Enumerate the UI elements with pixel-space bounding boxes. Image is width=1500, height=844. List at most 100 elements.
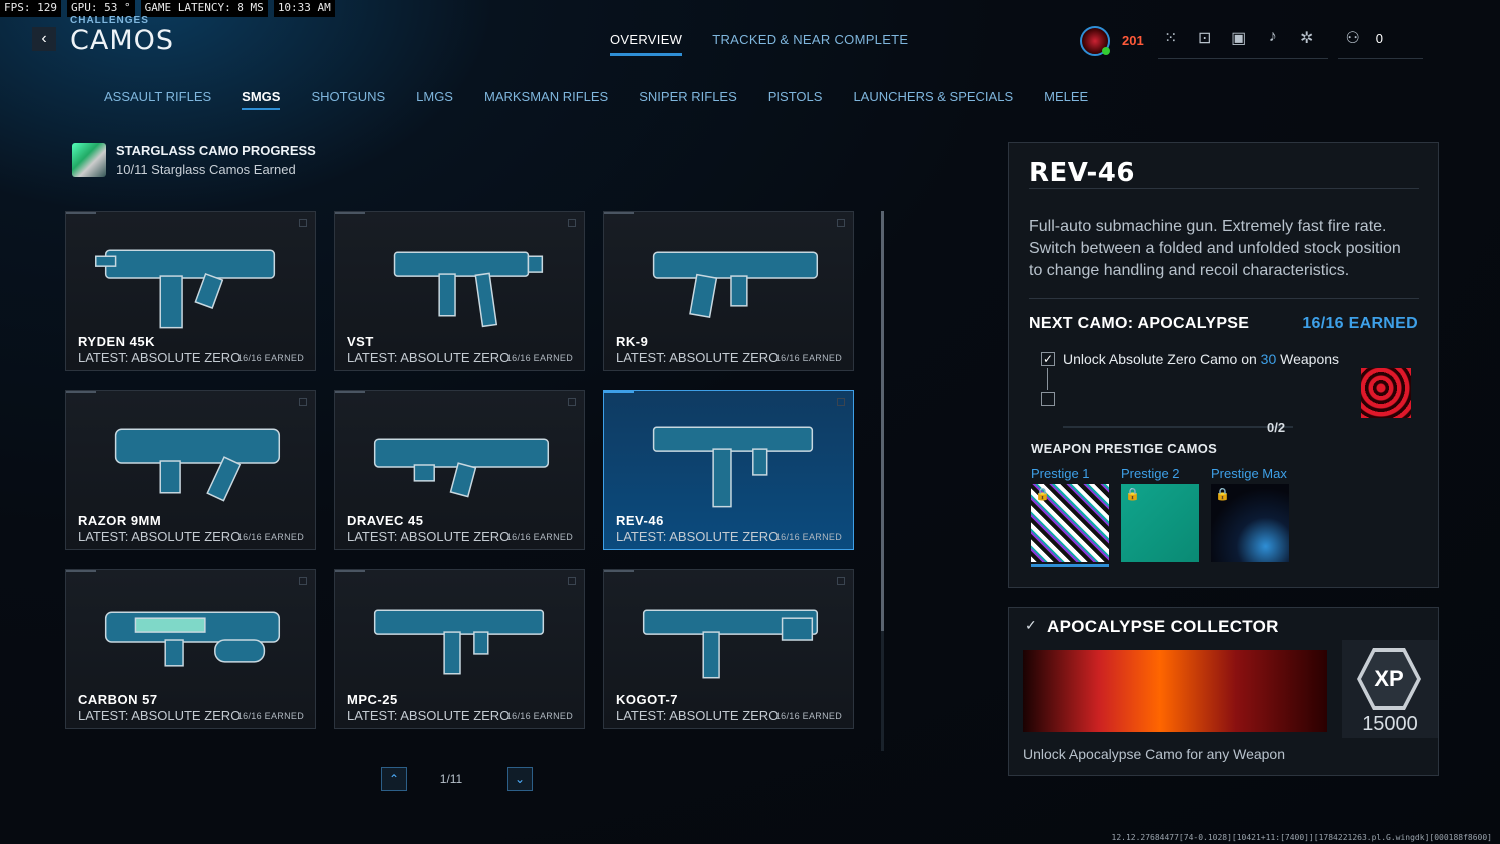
page-down-button[interactable]: ⌄ <box>507 767 533 791</box>
weapon-earned: 16/16 EARNED <box>775 711 842 721</box>
page-up-button[interactable]: ⌃ <box>381 767 407 791</box>
prestige-camos-title: WEAPON PRESTIGE CAMOS <box>1031 441 1218 456</box>
tab-marksman-rifles[interactable]: MARKSMAN RIFLES <box>484 89 608 110</box>
weapon-name: RYDEN 45K <box>78 334 155 349</box>
weapon-earned: 16/16 EARNED <box>775 532 842 542</box>
weapon-image <box>104 611 281 667</box>
tab-melee[interactable]: MELEE <box>1044 89 1088 110</box>
pager: ⌃ 1/11 ⌄ <box>381 767 533 791</box>
camera-icon[interactable]: ▣ <box>1230 28 1248 48</box>
weapon-name: VST <box>347 334 374 349</box>
weapon-image <box>652 426 814 508</box>
prestige-camo-image: 🔒 <box>1031 484 1109 562</box>
xp-reward: XP 15000 <box>1342 640 1438 738</box>
challenge-prefix: Unlock Absolute Zero Camo on <box>1063 351 1261 367</box>
weapon-card-carbon-57[interactable]: CARBON 57 LATEST: ABSOLUTE ZERO 16/16 EA… <box>65 569 316 729</box>
build-string: 12.12.27684477[74-0.1028][10421+11:[7400… <box>1111 833 1493 842</box>
weapon-name: CARBON 57 <box>78 692 158 707</box>
gear-icon[interactable]: ✲ <box>1298 28 1316 48</box>
weapon-latest-camo: LATEST: ABSOLUTE ZERO <box>78 529 241 544</box>
tab-overview[interactable]: OVERVIEW <box>610 32 683 56</box>
weapon-card-razor-9mm[interactable]: RAZOR 9MM LATEST: ABSOLUTE ZERO 16/16 EA… <box>65 390 316 550</box>
weapon-latest-camo: LATEST: ABSOLUTE ZERO <box>616 350 779 365</box>
progress-title: STARGLASS CAMO PROGRESS <box>116 143 316 158</box>
tab-smgs[interactable]: SMGS <box>242 89 281 110</box>
card-corner-icon <box>568 398 576 406</box>
weapon-category-tabs: ASSAULT RIFLES SMGS SHOTGUNS LMGS MARKSM… <box>104 89 1088 110</box>
prestige-label: Prestige 2 <box>1121 466 1180 481</box>
next-camo-earned: 16/16 EARNED <box>1302 315 1418 332</box>
selected-indicator <box>1031 564 1109 567</box>
weapon-image <box>642 609 819 679</box>
weapon-grid: RYDEN 45K LATEST: ABSOLUTE ZERO 16/16 EA… <box>65 211 854 729</box>
prestige-max[interactable]: Prestige Max 🔒 <box>1211 466 1289 567</box>
weapon-image <box>652 251 819 319</box>
top-tabs: OVERVIEW TRACKED & NEAR COMPLETE <box>610 32 908 56</box>
friends-icon: ⚇ <box>1345 30 1360 47</box>
grid-icon[interactable]: ⁙ <box>1162 28 1180 48</box>
weapon-earned: 16/16 EARNED <box>237 711 304 721</box>
card-corner-icon <box>299 577 307 585</box>
tab-shotguns[interactable]: SHOTGUNS <box>311 89 385 110</box>
weapon-card-kogot-7[interactable]: KOGOT-7 LATEST: ABSOLUTE ZERO 16/16 EARN… <box>603 569 854 729</box>
weapon-image <box>114 428 281 502</box>
tab-lmgs[interactable]: LMGS <box>416 89 453 110</box>
tab-assault-rifles[interactable]: ASSAULT RIFLES <box>104 89 211 110</box>
card-corner-icon <box>299 398 307 406</box>
chevron-left-icon: ‹ <box>41 30 47 47</box>
weapon-earned: 16/16 EARNED <box>237 532 304 542</box>
top-icon-bar: ⁙ ⊡ ▣ ♪ ✲ <box>1157 22 1328 59</box>
grid-scrollbar[interactable] <box>881 211 884 751</box>
page-title: CAMOS <box>70 25 175 56</box>
reward-description: Unlock Apocalypse Camo for any Weapon <box>1023 746 1285 762</box>
progress-subtitle: 10/11 Starglass Camos Earned <box>116 162 296 177</box>
friends-count: 0 <box>1375 30 1383 46</box>
weapon-card-ryden-45k[interactable]: RYDEN 45K LATEST: ABSOLUTE ZERO 16/16 EA… <box>65 211 316 371</box>
challenge-count: 30 <box>1260 351 1277 367</box>
weapon-latest-camo: LATEST: ABSOLUTE ZERO <box>347 529 510 544</box>
weapon-image <box>95 249 276 329</box>
lock-icon[interactable]: ⊡ <box>1196 28 1214 48</box>
prestige-label: Prestige Max <box>1211 466 1287 481</box>
prestige-2[interactable]: Prestige 2 🔒 <box>1121 466 1199 567</box>
performance-overlay: FPS: 129 GPU: 53 ° GAME LATENCY: 8 MS 10… <box>0 0 335 17</box>
reward-image <box>1023 650 1327 732</box>
lock-icon: 🔒 <box>1215 487 1230 501</box>
starglass-camo-icon <box>72 143 106 177</box>
weapon-card-mpc-25[interactable]: MPC-25 LATEST: ABSOLUTE ZERO 16/16 EARNE… <box>334 569 585 729</box>
weapon-detail-panel: REV-46 Full-auto submachine gun. Extreme… <box>1008 142 1439 588</box>
weapon-earned: 16/16 EARNED <box>506 711 573 721</box>
back-button[interactable]: ‹ <box>32 27 56 51</box>
prestige-1[interactable]: Prestige 1 🔒 <box>1031 466 1109 567</box>
prestige-camo-image: 🔒 <box>1211 484 1289 562</box>
apocalypse-camo-thumbnail[interactable] <box>1361 368 1411 418</box>
challenge-progress-bar <box>1063 426 1293 428</box>
challenge-checkbox-complete: ✓ <box>1041 352 1055 366</box>
divider <box>1029 188 1419 189</box>
friends-button[interactable]: ⚇ 0 <box>1337 22 1423 59</box>
weapon-card-rev-46[interactable]: REV-46 LATEST: ABSOLUTE ZERO 16/16 EARNE… <box>603 390 854 550</box>
weapon-card-rk-9[interactable]: RK-9 LATEST: ABSOLUTE ZERO 16/16 EARNED <box>603 211 854 371</box>
tab-launchers-specials[interactable]: LAUNCHERS & SPECIALS <box>853 89 1013 110</box>
weapon-card-dravec-45[interactable]: DRAVEC 45 LATEST: ABSOLUTE ZERO 16/16 EA… <box>334 390 585 550</box>
challenge-checkbox-pending <box>1041 392 1055 406</box>
xp-label: XP <box>1361 652 1417 706</box>
detail-description: Full-auto submachine gun. Extremely fast… <box>1029 218 1401 279</box>
scroll-thumb[interactable] <box>881 211 884 631</box>
challenge-suffix: Weapons <box>1276 351 1340 367</box>
bell-icon[interactable]: ♪ <box>1264 28 1282 48</box>
tab-tracked[interactable]: TRACKED & NEAR COMPLETE <box>712 32 908 56</box>
weapon-latest-camo: LATEST: ABSOLUTE ZERO <box>78 708 241 723</box>
chevron-up-icon: ⌃ <box>388 772 400 786</box>
latency-readout: GAME LATENCY: 8 MS <box>140 0 268 17</box>
weapon-name: RK-9 <box>616 334 649 349</box>
weapon-card-vst[interactable]: VST LATEST: ABSOLUTE ZERO 16/16 EARNED <box>334 211 585 371</box>
weapon-name: KOGOT-7 <box>616 692 679 707</box>
tab-pistols[interactable]: PISTOLS <box>768 89 823 110</box>
avatar[interactable] <box>1080 25 1110 56</box>
tab-sniper-rifles[interactable]: SNIPER RIFLES <box>639 89 737 110</box>
lock-icon: 🔒 <box>1035 487 1050 501</box>
challenge-progress: 0/2 <box>1267 420 1286 435</box>
weapon-earned: 16/16 EARNED <box>775 353 842 363</box>
divider <box>1029 298 1419 299</box>
